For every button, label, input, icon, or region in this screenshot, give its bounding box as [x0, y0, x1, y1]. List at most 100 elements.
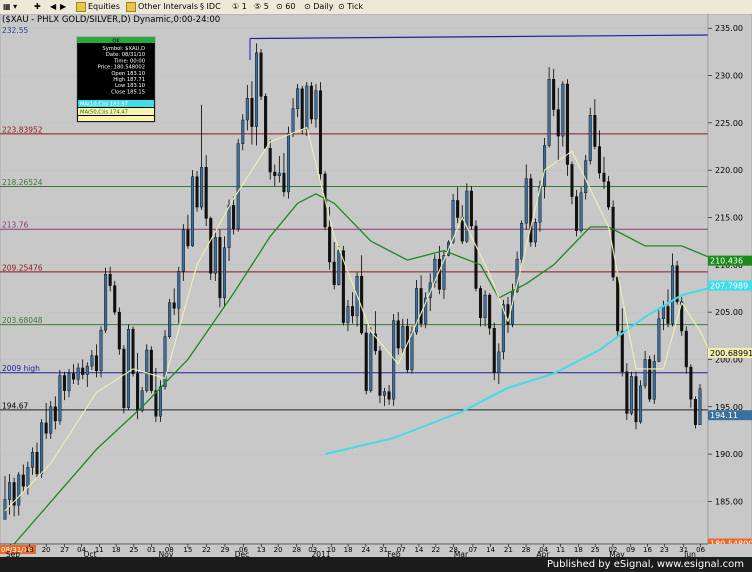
x-month-label: Jun — [683, 550, 696, 557]
y-tick-label: 190.00 — [715, 450, 743, 459]
candle-body — [268, 148, 272, 173]
candle-body — [44, 422, 48, 434]
toolbar-daily[interactable]: ⊙ Daily — [304, 0, 334, 14]
y-axis-panel — [707, 14, 752, 545]
candle-body — [277, 172, 281, 177]
candle-body — [94, 355, 98, 372]
x-tick-label: 22 — [202, 546, 211, 554]
data-window-blank-row — [78, 116, 154, 121]
x-tick-label: 01 — [147, 546, 156, 554]
x-tick-label: 06 — [696, 546, 705, 554]
candle-body — [72, 373, 76, 380]
candle-body — [282, 172, 286, 193]
candle-body — [364, 332, 368, 391]
candle-body — [17, 474, 21, 506]
candle-body — [300, 88, 304, 130]
x-tick-label: 07 — [468, 546, 477, 554]
data-window-row: Close 185.15 — [111, 89, 145, 95]
candle-body — [209, 218, 213, 274]
toolbar-idc[interactable]: § IDC — [200, 0, 221, 14]
candle-body — [53, 406, 57, 422]
candle-body — [113, 285, 117, 313]
candle-body — [351, 306, 355, 317]
toolbar-1[interactable]: ① 1 — [232, 0, 247, 14]
x-tick-label: 14 — [486, 546, 495, 554]
data-window-ma10: MA(10,C)is 183.97 — [80, 102, 128, 108]
candle-body — [122, 348, 126, 408]
candle-body — [318, 90, 322, 175]
candle-body — [634, 376, 638, 423]
candle-body — [76, 367, 80, 380]
candle-body — [625, 371, 629, 414]
candle-body — [556, 109, 560, 137]
x-tick-label: 20 — [42, 546, 51, 554]
data-window-row: Time: 00:00 — [113, 58, 145, 64]
y-tick-label: 225.00 — [715, 119, 743, 128]
candle-body — [698, 388, 702, 425]
x-tick-label: 14 — [414, 546, 423, 554]
candle-body — [104, 274, 108, 331]
candle-body — [483, 294, 487, 319]
candle-body — [497, 351, 501, 373]
candle-body — [117, 311, 121, 350]
candle-body — [643, 359, 647, 387]
right-price-label: 207.7989 — [710, 282, 748, 291]
y-tick-label: 215.00 — [715, 213, 743, 222]
candle-body — [181, 229, 185, 272]
x-month-label: Oct — [84, 550, 97, 557]
candle-body — [222, 247, 226, 299]
arrow-right-icon[interactable]: ▶ — [60, 0, 66, 14]
arrow-left-icon[interactable]: ◀ — [50, 0, 56, 14]
data-window-row: Symbol: $XAU,D — [102, 46, 145, 52]
toolbar-equities[interactable]: Equities — [76, 0, 120, 14]
candle-body — [378, 350, 382, 396]
candle-body — [479, 288, 483, 319]
candle-body — [126, 328, 130, 408]
toolbar-other-intervals[interactable]: Other Intervals — [126, 0, 198, 14]
candle-body — [488, 294, 492, 329]
x-month-label: Sep — [6, 550, 20, 557]
candle-body — [602, 172, 606, 182]
x-tick-label: 18 — [344, 546, 353, 554]
candle-body — [639, 385, 643, 423]
x-month-label: 2011 — [311, 550, 330, 557]
x-tick-label: 22 — [431, 546, 440, 554]
candle-body — [693, 398, 697, 425]
data-window-row: Date: 08/31/10 — [106, 52, 145, 58]
footer-text: Published by eSignal, www.esignal.com — [546, 559, 744, 570]
candle-body — [648, 359, 652, 400]
candle-body — [108, 274, 112, 286]
candle-body — [387, 391, 391, 400]
price-chart[interactable]: 223.83952 218.26524 213.76 209.25476 203.680… — [0, 14, 752, 557]
candle-body — [99, 329, 103, 372]
x-tick-label: 25 — [129, 546, 138, 554]
candle-body — [575, 196, 579, 231]
candle-body — [154, 390, 158, 417]
horizontal-line-label: 223.83952 — [2, 125, 43, 134]
chart-menu-icon[interactable]: ▦ ▾ — [3, 0, 17, 14]
crosshair-icon[interactable]: ✚ — [34, 0, 41, 14]
candle-body — [524, 178, 528, 224]
candle-body — [145, 349, 149, 391]
data-window-ok[interactable]: OK — [112, 39, 120, 45]
candle-body — [291, 108, 295, 134]
toolbar: ▦ ▾ ✚ ◀ ▶ Equities Other Intervals § IDC… — [0, 0, 752, 15]
x-month-label: Mar — [454, 550, 469, 557]
toolbar-60[interactable]: ⊙ 60 — [276, 0, 295, 14]
candle-body — [410, 331, 414, 371]
toolbar-tick[interactable]: ⊙ Tick — [338, 0, 363, 14]
right-price-label: 200.68991 — [710, 349, 752, 358]
data-window-ma50: MA(50,C)is 174.47 — [80, 110, 128, 116]
y-tick-label: 185.00 — [715, 497, 743, 506]
toolbar-5[interactable]: ⑤ 5 — [254, 0, 269, 14]
candle-body — [195, 176, 199, 208]
candle-body — [232, 204, 236, 230]
candle-body — [543, 145, 547, 187]
x-tick-label: 27 — [60, 546, 69, 554]
candle-body — [597, 146, 601, 174]
y-tick-label: 230.00 — [715, 72, 743, 81]
data-window[interactable]: OK Symbol: $XAU,DDate: 08/31/10Time: 00:… — [76, 36, 156, 123]
x-month-label: May — [609, 550, 625, 557]
horizontal-line-label: 218.26524 — [2, 178, 43, 187]
candle-body — [286, 133, 290, 193]
